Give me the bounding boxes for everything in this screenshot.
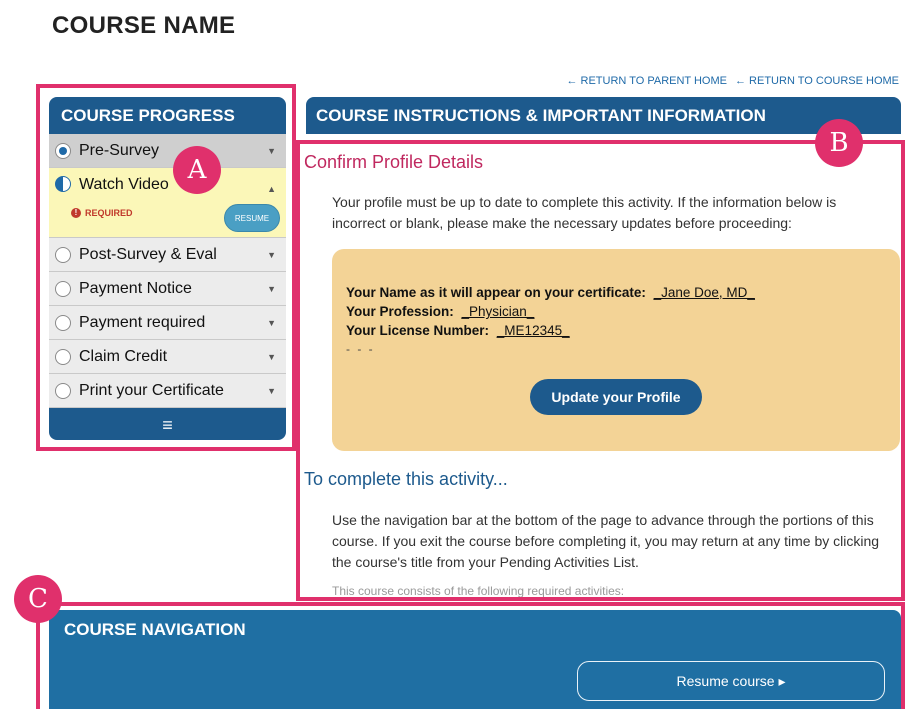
annotation-box-b: [296, 140, 905, 601]
instructions-title: COURSE INSTRUCTIONS & IMPORTANT INFORMAT…: [306, 97, 901, 134]
annotation-box-a: [36, 84, 296, 451]
annotation-box-c: [36, 602, 905, 709]
annotation-badge-c: C: [14, 575, 62, 623]
course-name-title: COURSE NAME: [52, 12, 236, 39]
top-links: ← RETURN TO PARENT HOME ← RETURN TO COUR…: [566, 75, 899, 87]
annotation-badge-b: B: [815, 119, 863, 167]
return-course-home-link[interactable]: ← RETURN TO COURSE HOME: [735, 75, 899, 87]
return-parent-home-link[interactable]: ← RETURN TO PARENT HOME: [566, 75, 727, 87]
annotation-badge-a: A: [173, 146, 221, 194]
